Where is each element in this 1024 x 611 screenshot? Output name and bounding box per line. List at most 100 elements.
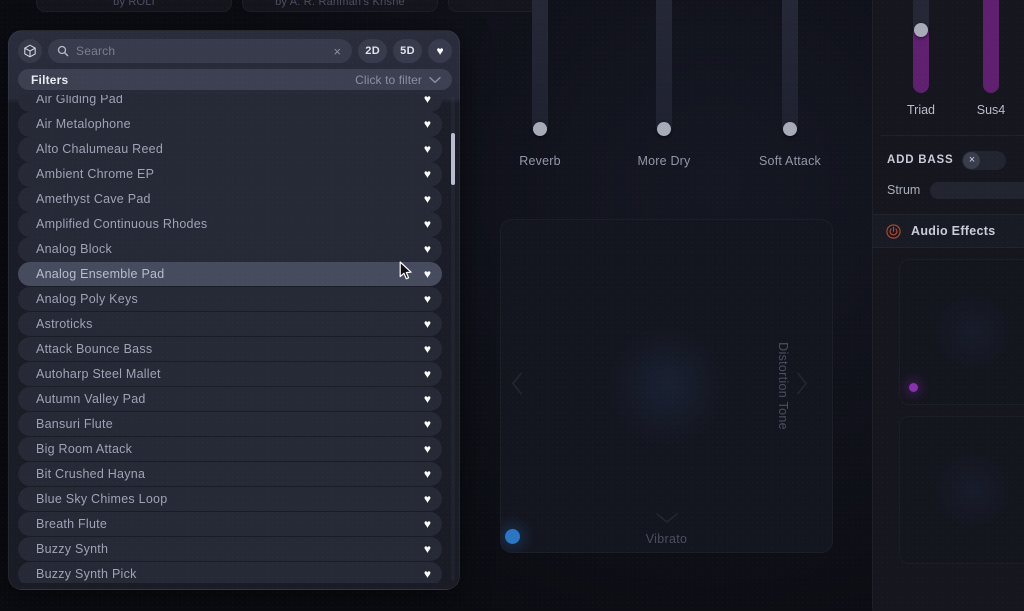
- list-item[interactable]: Attack Bounce Bass ♥: [18, 336, 442, 362]
- chevron-down-icon: [654, 511, 680, 530]
- search-input[interactable]: [76, 44, 324, 58]
- filters-label: Filters: [31, 72, 69, 87]
- list-item-label: Breath Flute: [36, 517, 108, 532]
- list-item[interactable]: Bit Crushed Hayna ♥: [18, 461, 442, 487]
- favorite-heart-icon[interactable]: ♥: [424, 268, 431, 280]
- favorite-heart-icon[interactable]: ♥: [424, 168, 431, 180]
- list-item[interactable]: Ambient Chrome EP ♥: [18, 161, 442, 187]
- list-item[interactable]: Amethyst Cave Pad ♥: [18, 186, 442, 212]
- list-item[interactable]: Autumn Valley Pad ♥: [18, 386, 442, 412]
- list-item[interactable]: Astroticks ♥: [18, 311, 442, 337]
- chord-slider-fill: [983, 0, 999, 93]
- list-item[interactable]: Buzzy Synth Pick ♥: [18, 561, 442, 583]
- list-item-label: Blue Sky Chimes Loop: [36, 492, 168, 507]
- macro-slider-track[interactable]: [656, 0, 672, 136]
- xy-pad-glow: [606, 326, 727, 446]
- favorite-heart-icon[interactable]: ♥: [424, 143, 431, 155]
- list-item[interactable]: Analog Poly Keys ♥: [18, 286, 442, 312]
- list-item[interactable]: Air Gliding Pad ♥: [18, 95, 442, 112]
- list-item[interactable]: Amplified Continuous Rhodes ♥: [18, 211, 442, 237]
- list-item[interactable]: Big Room Attack ♥: [18, 436, 442, 462]
- chord-sliders: Triad Sus4: [873, 0, 1024, 135]
- favorite-heart-icon[interactable]: ♥: [424, 318, 431, 330]
- macro-slider-handle[interactable]: [657, 122, 671, 136]
- preset-list-scrollbar[interactable]: [451, 97, 455, 581]
- xy-pad[interactable]: Vibrato Distortion Tone: [500, 219, 833, 553]
- strum-slider[interactable]: [930, 181, 1024, 199]
- list-item[interactable]: Blue Sky Chimes Loop ♥: [18, 486, 442, 512]
- favorite-heart-icon[interactable]: ♥: [424, 468, 431, 480]
- divider: [881, 135, 1024, 136]
- list-item-label: Autumn Valley Pad: [36, 392, 146, 407]
- macro-slider-handle[interactable]: [783, 122, 797, 136]
- list-item[interactable]: Breath Flute ♥: [18, 511, 442, 537]
- list-item-label: Analog Ensemble Pad: [36, 267, 165, 282]
- favorite-heart-icon[interactable]: ♥: [424, 95, 431, 105]
- list-item-label: Buzzy Synth: [36, 542, 109, 557]
- favorite-heart-icon[interactable]: ♥: [424, 543, 431, 555]
- favorite-heart-icon[interactable]: ♥: [424, 118, 431, 130]
- macro-slider-label: Reverb: [519, 154, 561, 168]
- xy-pad-x-label: Vibrato: [645, 532, 688, 546]
- favorite-heart-icon[interactable]: ♥: [424, 218, 431, 230]
- favorite-heart-icon[interactable]: ♥: [424, 443, 431, 455]
- macro-slider-handle[interactable]: [533, 122, 547, 136]
- search-icon: [57, 45, 69, 57]
- chevron-left-icon: [509, 371, 525, 402]
- list-item[interactable]: Autoharp Steel Mallet ♥: [18, 361, 442, 387]
- power-icon[interactable]: [886, 223, 901, 239]
- list-item-label: Attack Bounce Bass: [36, 342, 153, 357]
- favorite-heart-icon[interactable]: ♥: [424, 343, 431, 355]
- list-item-label: Air Metalophone: [36, 117, 131, 132]
- favorite-heart-icon[interactable]: ♥: [424, 193, 431, 205]
- audio-effect-handle[interactable]: [909, 383, 918, 392]
- favorite-heart-icon[interactable]: ♥: [424, 368, 431, 380]
- list-item-label: Autoharp Steel Mallet: [36, 367, 161, 382]
- add-bass-toggle-knob: ×: [963, 151, 981, 169]
- chord-slider-track[interactable]: [913, 0, 929, 93]
- add-bass-label: ADD BASS: [887, 154, 954, 166]
- favorite-heart-icon[interactable]: ♥: [424, 568, 431, 580]
- view-2d-button[interactable]: 2D: [358, 39, 388, 63]
- macro-slider-label: More Dry: [637, 154, 691, 168]
- favorites-filter-button[interactable]: ♥: [428, 39, 452, 63]
- list-item[interactable]: Buzzy Synth ♥: [18, 536, 442, 562]
- list-item-label: Buzzy Synth Pick: [36, 567, 137, 581]
- list-item-label: Amethyst Cave Pad: [36, 192, 151, 207]
- favorite-heart-icon[interactable]: ♥: [424, 293, 431, 305]
- audio-effect-slot[interactable]: [899, 416, 1024, 564]
- audio-effect-slot[interactable]: [899, 259, 1024, 405]
- chord-slider-handle[interactable]: [914, 23, 928, 37]
- favorite-heart-icon[interactable]: ♥: [424, 243, 431, 255]
- preset-card[interactable]: by ROLI: [36, 0, 232, 12]
- cube-icon[interactable]: [18, 39, 42, 63]
- filters-bar[interactable]: Filters Click to filter: [18, 69, 452, 90]
- add-bass-toggle[interactable]: ×: [962, 150, 1007, 170]
- list-item-label: Bansuri Flute: [36, 417, 113, 432]
- favorite-heart-icon[interactable]: ♥: [424, 393, 431, 405]
- audio-effects-title: Audio Effects: [911, 224, 996, 238]
- preset-list[interactable]: Air Gliding Pad ♥ Air Metalophone ♥ Alto Cha…: [18, 95, 452, 583]
- list-item[interactable]: Analog Block ♥: [18, 236, 442, 262]
- app-root: by ROLI by A. R. Rahman's Krishe Reverb M…: [0, 0, 1024, 611]
- chevron-down-icon: [429, 76, 441, 84]
- right-panel: Triad Sus4 ADD BASS × Strum Audio Effects: [872, 0, 1024, 611]
- scrollbar-thumb[interactable]: [451, 133, 455, 185]
- strum-label: Strum: [887, 183, 921, 197]
- list-item[interactable]: Air Metalophone ♥: [18, 111, 442, 137]
- preset-card[interactable]: by A. R. Rahman's Krishe: [242, 0, 438, 12]
- favorite-heart-icon[interactable]: ♥: [424, 418, 431, 430]
- favorite-heart-icon[interactable]: ♥: [424, 518, 431, 530]
- list-item-label: Alto Chalumeau Reed: [36, 142, 164, 157]
- macro-slider-track[interactable]: [782, 0, 798, 136]
- clear-search-icon[interactable]: ×: [330, 44, 344, 58]
- list-item[interactable]: Analog Ensemble Pad ♥: [18, 261, 442, 287]
- list-item-label: Amplified Continuous Rhodes: [36, 217, 208, 232]
- list-item[interactable]: Alto Chalumeau Reed ♥: [18, 136, 442, 162]
- macro-slider-track[interactable]: [532, 0, 548, 136]
- chord-slider-track[interactable]: [983, 0, 999, 93]
- list-item[interactable]: Bansuri Flute ♥: [18, 411, 442, 437]
- favorite-heart-icon[interactable]: ♥: [424, 493, 431, 505]
- search-box[interactable]: ×: [48, 39, 353, 63]
- view-5d-button[interactable]: 5D: [393, 39, 422, 63]
